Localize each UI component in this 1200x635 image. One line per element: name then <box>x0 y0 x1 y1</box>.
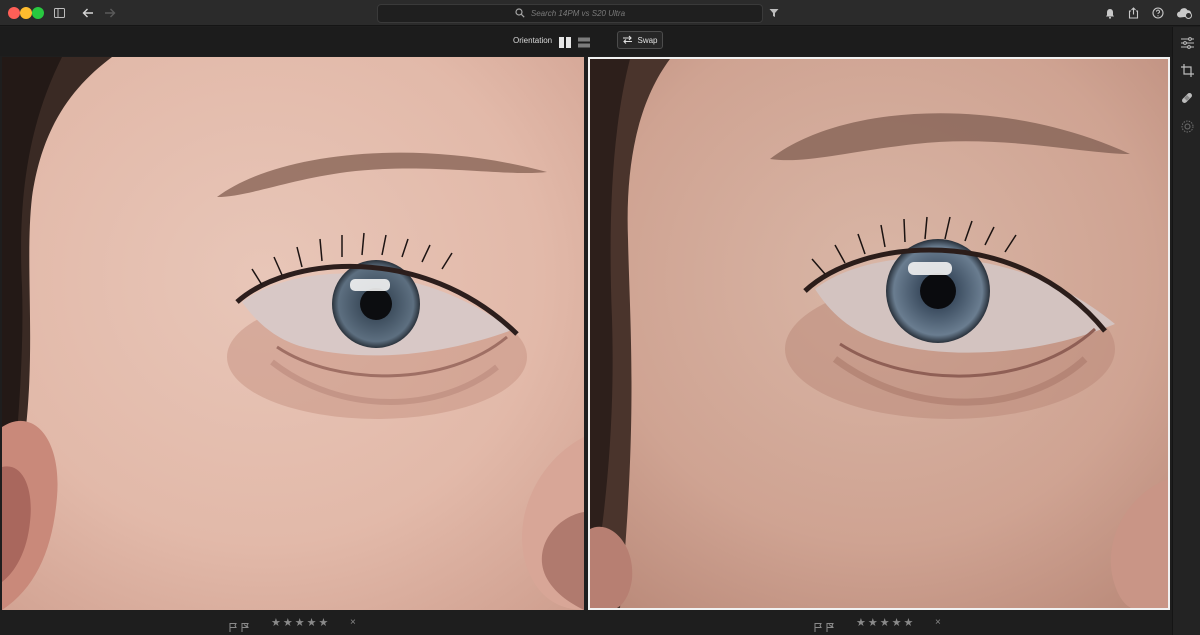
stacked-orientation-icon[interactable] <box>578 35 590 48</box>
forward-arrow-icon[interactable] <box>103 4 116 22</box>
healing-bandage-icon[interactable] <box>1180 91 1194 105</box>
close-window-button[interactable] <box>8 7 20 19</box>
compare-toolbar: Orientation Swap <box>0 27 1172 56</box>
orientation-label: Orientation <box>513 36 553 45</box>
back-arrow-icon[interactable] <box>81 4 94 22</box>
zoom-window-button[interactable] <box>32 7 44 19</box>
eye-closeup-photo-right <box>590 59 1168 608</box>
help-icon[interactable] <box>1151 4 1164 22</box>
swap-button[interactable]: Swap <box>617 31 663 49</box>
remove-rating-button[interactable]: × <box>935 617 941 628</box>
pick-flag-icon[interactable] <box>814 619 823 632</box>
share-icon[interactable] <box>1127 4 1140 22</box>
reject-flag-icon[interactable] <box>826 619 835 632</box>
filter-icon[interactable] <box>768 4 780 22</box>
search-input[interactable]: Search 14PM vs S20 Ultra <box>377 4 763 23</box>
star-rating[interactable]: ★★★★★ <box>856 616 915 629</box>
rating-bar: ★★★★★ × ★★★★★ × <box>0 611 1172 635</box>
pick-flag-icon[interactable] <box>229 619 238 632</box>
edit-tools-panel <box>1172 27 1200 635</box>
search-placeholder: Search 14PM vs S20 Ultra <box>530 9 626 18</box>
search-icon <box>515 5 525 23</box>
masking-icon[interactable] <box>1180 119 1194 133</box>
compare-photo-left[interactable] <box>2 57 584 610</box>
compare-photo-right[interactable] <box>588 57 1170 610</box>
eye-closeup-photo-left <box>2 57 584 610</box>
swap-label: Swap <box>637 35 658 45</box>
reject-flag-icon[interactable] <box>241 619 250 632</box>
swap-arrows-icon <box>622 35 633 46</box>
star-rating[interactable]: ★★★★★ <box>271 616 330 629</box>
bell-icon[interactable] <box>1104 4 1116 22</box>
edit-sliders-icon[interactable] <box>1180 36 1194 50</box>
side-by-side-orientation-icon[interactable] <box>559 35 571 48</box>
cloud-sync-icon[interactable] <box>1175 4 1193 22</box>
remove-rating-button[interactable]: × <box>350 617 356 628</box>
minimize-window-button[interactable] <box>20 7 32 19</box>
title-bar: Search 14PM vs S20 Ultra <box>0 0 1200 26</box>
crop-icon[interactable] <box>1180 63 1194 77</box>
sidebar-toggle-icon[interactable] <box>53 4 65 22</box>
